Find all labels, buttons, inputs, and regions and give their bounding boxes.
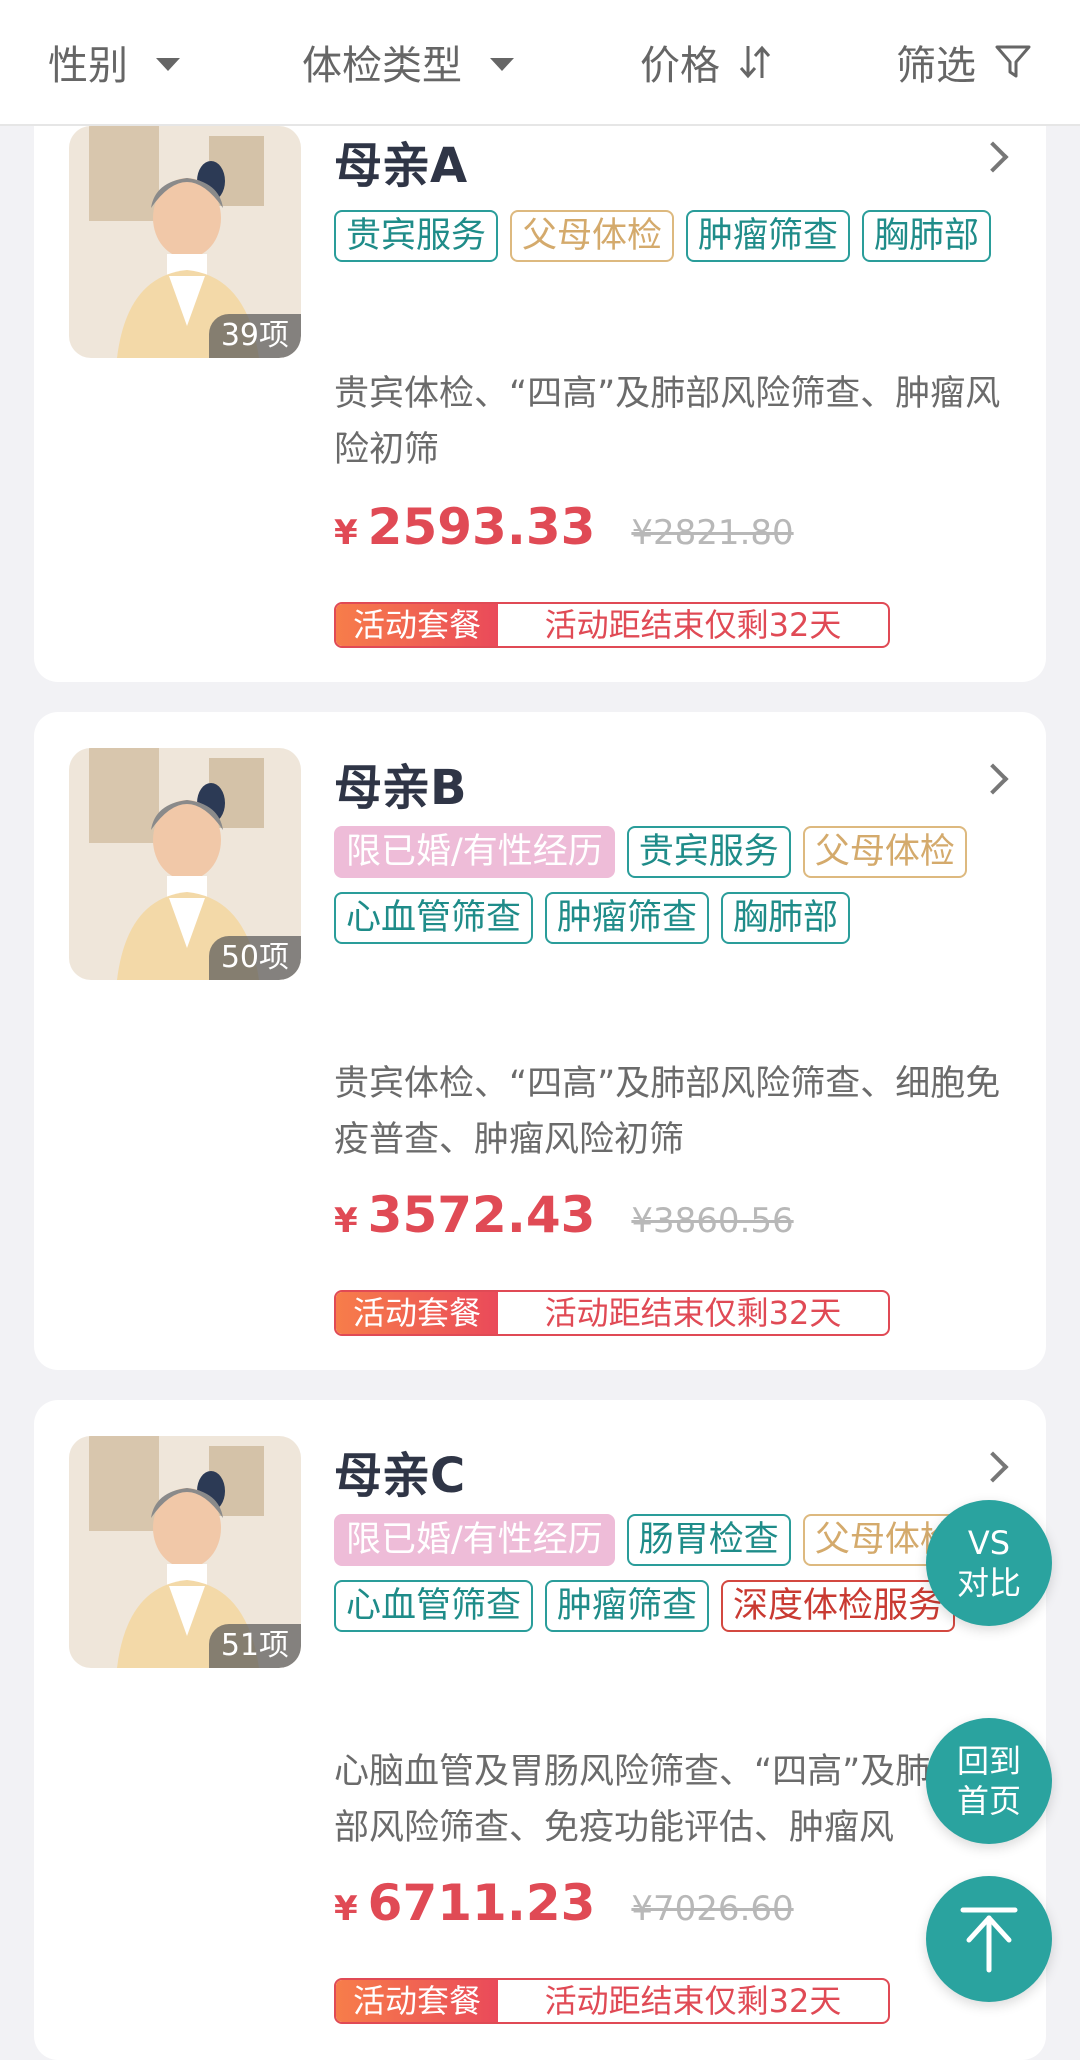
- package-description: 贵宾体检、“四高”及肺部风险筛查、细胞免疫普查、肿瘤风险初筛: [334, 1064, 1001, 1160]
- price-row: ¥ 2593.33 ¥2821.80: [334, 498, 794, 556]
- tag-list: 限已婚/有性经历 肠胃检查 父母体检 心血管筛查 肿瘤筛查 深度体检服务: [334, 1514, 994, 1632]
- promo-countdown: 活动距结束仅剩32天: [544, 1982, 842, 2020]
- tag: 肿瘤筛查: [545, 1580, 710, 1632]
- gender-filter[interactable]: 性别: [48, 0, 180, 124]
- promo-banner: 活动套餐 活动距结束仅剩32天: [334, 602, 890, 648]
- compare-line2: 对比: [956, 1564, 1021, 1602]
- original-price: ¥2821.80: [631, 513, 794, 553]
- tag: 心血管筛查: [334, 1580, 534, 1632]
- advanced-filter[interactable]: 筛选: [896, 0, 1032, 124]
- promo-label: 活动套餐: [336, 604, 498, 646]
- compare-button[interactable]: VS 对比: [926, 1500, 1052, 1626]
- tag: 限已婚/有性经历: [334, 1514, 615, 1566]
- package-thumbnail: 50项: [69, 748, 301, 980]
- package-title: 母亲C: [334, 1448, 466, 1504]
- item-count-badge: 51项: [208, 1624, 301, 1668]
- tag: 心血管筛查: [334, 892, 534, 944]
- package-title: 母亲A: [334, 138, 468, 194]
- tag: 贵宾服务: [626, 826, 791, 878]
- sort-icon: [739, 45, 771, 79]
- caret-down-icon: [490, 57, 514, 71]
- price-sort[interactable]: 价格: [640, 0, 772, 124]
- tag: 贵宾服务: [334, 210, 499, 262]
- tag: 父母体检: [802, 826, 967, 878]
- tag: 父母体检: [510, 210, 675, 262]
- currency-symbol: ¥: [334, 1889, 358, 1929]
- package-card[interactable]: 51项 母亲C 限已婚/有性经历 肠胃检查 父母体检 心血管筛查 肿瘤筛查 深度…: [34, 1400, 1046, 2060]
- package-card[interactable]: 39项 母亲A 贵宾服务 父母体检 肿瘤筛查 胸肺部 贵宾体检、“四高”及肺部风…: [34, 90, 1046, 682]
- original-price: ¥3860.56: [631, 1201, 794, 1241]
- package-title: 母亲B: [334, 760, 467, 816]
- current-price: 2593.33: [367, 498, 596, 556]
- promo-label: 活动套餐: [336, 1292, 498, 1334]
- tag: 肿瘤筛查: [545, 892, 710, 944]
- compare-line1: VS: [967, 1524, 1011, 1562]
- promo-banner: 活动套餐 活动距结束仅剩32天: [334, 1290, 890, 1336]
- promo-label: 活动套餐: [336, 1980, 498, 2022]
- package-description: 心脑血管及胃肠风险筛查、“四高”及肺部风险筛查、免疫功能评估、肿瘤风: [334, 1752, 931, 1848]
- caret-down-icon: [156, 57, 180, 71]
- exam-type-filter[interactable]: 体检类型: [302, 0, 514, 124]
- advanced-filter-label: 筛选: [896, 43, 976, 89]
- current-price: 3572.43: [367, 1186, 596, 1244]
- tag: 胸肺部: [721, 892, 851, 944]
- item-count-badge: 50项: [208, 936, 301, 980]
- home-line1: 回到: [956, 1742, 1021, 1780]
- gender-filter-label: 性别: [48, 43, 128, 89]
- tag: 胸肺部: [862, 210, 992, 262]
- filter-bar: 性别 体检类型 价格 筛选: [0, 0, 1080, 126]
- price-row: ¥ 6711.23 ¥7026.60: [334, 1874, 794, 1932]
- promo-countdown: 活动距结束仅剩32天: [544, 606, 842, 644]
- chevron-right-icon[interactable]: [977, 141, 1009, 173]
- item-count-badge: 39项: [208, 314, 301, 358]
- tag: 限已婚/有性经历: [334, 826, 615, 878]
- price-sort-label: 价格: [640, 43, 720, 89]
- filter-icon: [995, 45, 1031, 78]
- promo-countdown: 活动距结束仅剩32天: [544, 1294, 842, 1332]
- currency-symbol: ¥: [334, 1201, 358, 1241]
- exam-type-filter-label: 体检类型: [302, 43, 462, 89]
- price-row: ¥ 3572.43 ¥3860.56: [334, 1186, 794, 1244]
- tag: 肠胃检查: [626, 1514, 791, 1566]
- tag: 肿瘤筛查: [686, 210, 851, 262]
- package-thumbnail: 51项: [69, 1436, 301, 1668]
- tag-list: 贵宾服务 父母体检 肿瘤筛查 胸肺部: [334, 210, 994, 262]
- original-price: ¥7026.60: [631, 1889, 794, 1929]
- promo-banner: 活动套餐 活动距结束仅剩32天: [334, 1978, 890, 2024]
- package-card[interactable]: 50项 母亲B 限已婚/有性经历 贵宾服务 父母体检 心血管筛查 肿瘤筛查 胸肺…: [34, 712, 1046, 1370]
- arrow-up-icon: [960, 1907, 1018, 1973]
- currency-symbol: ¥: [334, 513, 358, 553]
- package-description: 贵宾体检、“四高”及肺部风险筛查、肿瘤风险初筛: [334, 374, 1001, 470]
- tag-list: 限已婚/有性经历 贵宾服务 父母体检 心血管筛查 肿瘤筛查 胸肺部: [334, 826, 994, 944]
- back-home-button[interactable]: 回到 首页: [926, 1718, 1052, 1844]
- chevron-right-icon[interactable]: [977, 1451, 1009, 1483]
- current-price: 6711.23: [367, 1874, 596, 1932]
- tag: 深度体检服务: [721, 1580, 956, 1632]
- chevron-right-icon[interactable]: [977, 763, 1009, 795]
- package-thumbnail: 39项: [69, 126, 301, 358]
- home-line2: 首页: [956, 1782, 1021, 1820]
- scroll-top-button[interactable]: [926, 1876, 1052, 2002]
